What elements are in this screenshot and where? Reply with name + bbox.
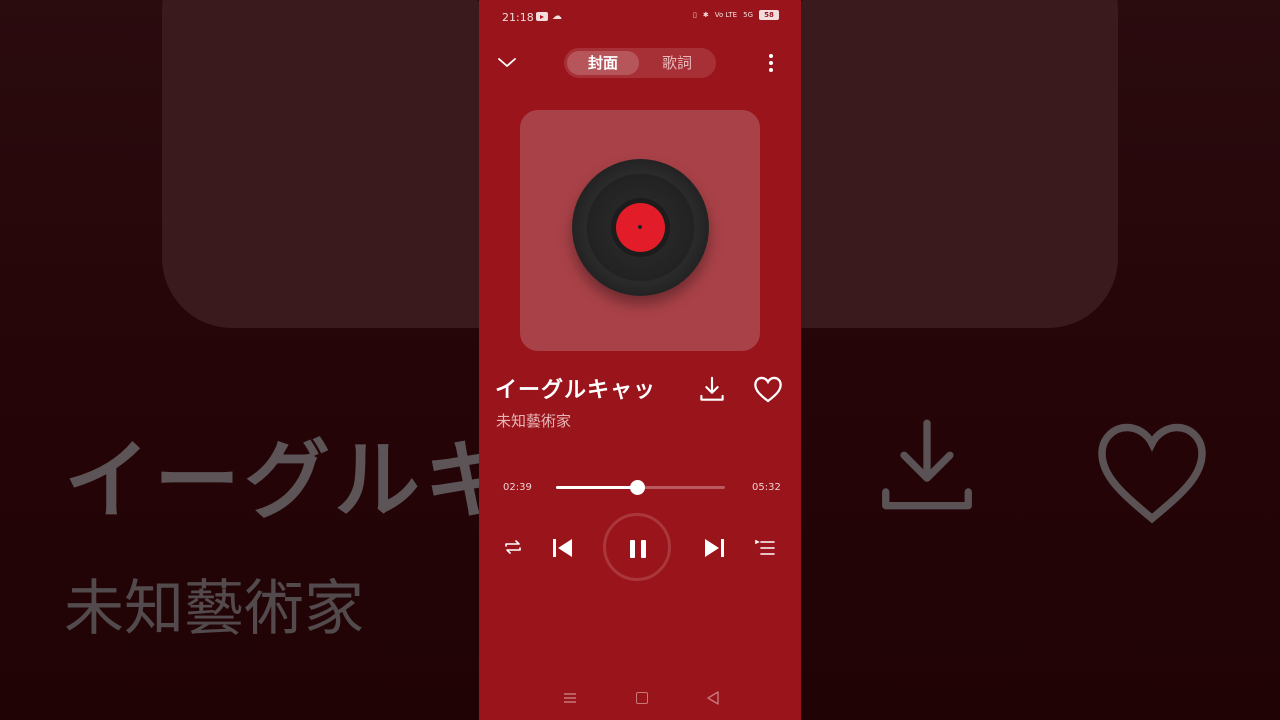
total-time: 05:32 bbox=[752, 482, 781, 493]
tab-lyrics[interactable]: 歌詞 bbox=[641, 51, 713, 75]
background-artist: 未知藝術家 bbox=[64, 574, 364, 644]
status-time: 21:18 bbox=[502, 11, 534, 24]
volte-label: Vo LTE bbox=[714, 11, 738, 19]
vinyl-record-icon bbox=[572, 159, 709, 296]
progress-thumb[interactable] bbox=[630, 480, 646, 495]
back-nav-icon[interactable] bbox=[707, 691, 719, 705]
home-nav-icon[interactable] bbox=[636, 692, 648, 704]
repeat-icon[interactable] bbox=[503, 538, 523, 556]
queue-icon[interactable] bbox=[755, 539, 775, 557]
download-icon[interactable] bbox=[697, 374, 727, 404]
player-header: 封面 歌詞 bbox=[479, 47, 801, 79]
chevron-down-icon[interactable] bbox=[497, 53, 517, 73]
youtube-icon bbox=[536, 12, 548, 21]
phone-screen: 21:18 ☁ ▯ ✱ Vo LTE 5G 58 封面 歌詞 イーグルキャッ 未… bbox=[479, 0, 801, 720]
album-cover bbox=[520, 110, 760, 351]
artist-name: 未知藝術家 bbox=[496, 412, 572, 430]
current-time: 02:39 bbox=[503, 482, 532, 493]
menu-nav-icon[interactable] bbox=[564, 692, 576, 704]
status-icons: ▯ ✱ Vo LTE 5G 58 bbox=[693, 10, 779, 20]
background-heart-icon bbox=[1098, 423, 1206, 524]
tab-cover[interactable]: 封面 bbox=[567, 51, 639, 75]
cloud-icon: ☁ bbox=[552, 11, 562, 22]
playback-controls bbox=[479, 513, 801, 583]
progress-slider[interactable] bbox=[556, 480, 725, 495]
vinyl-label bbox=[616, 203, 665, 252]
song-title: イーグルキャッ bbox=[495, 378, 657, 403]
status-bar: 21:18 ☁ ▯ ✱ Vo LTE 5G 58 bbox=[479, 0, 801, 34]
progress-fill bbox=[556, 486, 638, 489]
vibrate-icon: ▯ bbox=[692, 11, 697, 19]
signal-label: 5G bbox=[743, 11, 753, 19]
heart-icon[interactable] bbox=[752, 374, 784, 404]
view-tabs: 封面 歌詞 bbox=[564, 48, 716, 78]
system-nav-bar bbox=[479, 688, 801, 708]
background-download-icon bbox=[882, 419, 972, 510]
bluetooth-icon: ✱ bbox=[702, 11, 709, 19]
more-vert-icon[interactable] bbox=[769, 54, 773, 75]
pause-icon bbox=[630, 540, 635, 558]
battery-icon: 58 bbox=[759, 10, 779, 20]
previous-icon[interactable] bbox=[551, 537, 573, 559]
next-icon[interactable] bbox=[704, 537, 726, 559]
pause-button[interactable] bbox=[603, 513, 671, 581]
